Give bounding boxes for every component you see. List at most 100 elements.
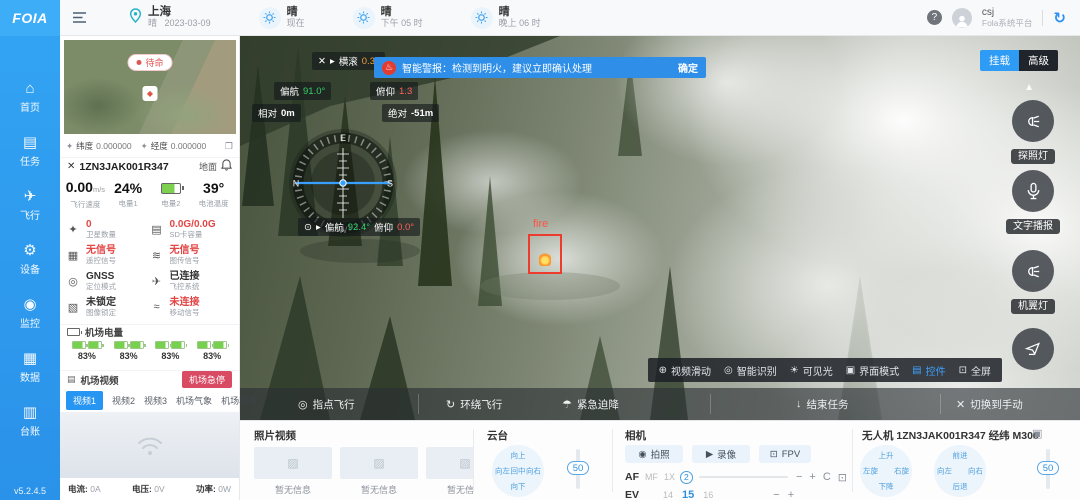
gimbal-center-button[interactable]: 回中 bbox=[511, 466, 526, 477]
gimbal-down-button[interactable]: 向下 bbox=[511, 481, 526, 492]
sidebar-item-flight[interactable]: ✈ 飞行 bbox=[0, 178, 60, 232]
sidebar-item-label: 任务 bbox=[20, 153, 40, 168]
orbit-flight-button[interactable]: ↻环绕飞行 bbox=[446, 388, 502, 420]
descend-button[interactable]: 下降 bbox=[879, 481, 894, 492]
media-thumbnail[interactable]: ▨ bbox=[254, 447, 332, 479]
sidebar-item-ledger[interactable]: ▥ 台账 bbox=[0, 394, 60, 448]
send-flight-button[interactable] bbox=[1012, 328, 1054, 370]
ground-mode-dropdown[interactable]: 地面 bbox=[199, 160, 217, 173]
yaw-label: 偏航 bbox=[280, 84, 299, 98]
point-flight-icon: ◎ bbox=[298, 398, 308, 411]
expand-icon[interactable]: ▸ bbox=[330, 56, 335, 67]
bell-icon[interactable] bbox=[221, 158, 232, 176]
sidebar-item-monitor[interactable]: ◉ 监控 bbox=[0, 286, 60, 340]
pitch-label: 俯仰 bbox=[376, 84, 395, 98]
smart-detect-toggle[interactable]: ◎智能识别 bbox=[724, 363, 777, 378]
ev-tick[interactable]: 14 bbox=[663, 490, 673, 500]
gimbal-up-button[interactable]: 向上 bbox=[511, 450, 526, 461]
right-button[interactable]: 向右 bbox=[968, 466, 983, 477]
expand-icon[interactable]: ▸ bbox=[316, 222, 321, 233]
lng-value: 0.000000 bbox=[171, 141, 206, 151]
af-value-badge[interactable]: 2 bbox=[680, 471, 693, 484]
video-feed[interactable]: ✕▸ 横滚 0.3° 偏航 91.0° 俯仰 1.3 相对 0m 绝对 -51m… bbox=[240, 36, 1080, 420]
refresh-icon[interactable]: ↻ bbox=[1053, 9, 1066, 27]
focus-plus-button[interactable]: + bbox=[809, 471, 815, 483]
sidebar-item-devices[interactable]: ⚙ 设备 bbox=[0, 232, 60, 286]
tab-dock-weather[interactable]: 机场气象 bbox=[176, 394, 212, 407]
media-thumbnail[interactable]: ▨ bbox=[340, 447, 418, 479]
app-logo: FOIA bbox=[0, 0, 60, 36]
speaker-label: 文字播报 bbox=[994, 216, 1072, 234]
focus-slider[interactable] bbox=[699, 476, 788, 478]
gimbal-right-button[interactable]: 向右 bbox=[526, 466, 541, 477]
tab-video3[interactable]: 视频3 bbox=[144, 394, 167, 407]
af-label[interactable]: AF bbox=[625, 471, 639, 483]
tab-video1[interactable]: 视频1 bbox=[66, 391, 103, 410]
sidebar-item-home[interactable]: ⌂ 首页 bbox=[0, 70, 60, 124]
visible-light-toggle[interactable]: ☀可见光 bbox=[790, 363, 833, 378]
current-value: 0A bbox=[90, 484, 100, 494]
location-selector[interactable]: 上海 晴 2023-03-09 bbox=[129, 6, 211, 29]
rotate-right-button[interactable]: 右旋 bbox=[894, 466, 909, 477]
speaker-button[interactable] bbox=[1012, 170, 1054, 212]
gimbal-zoom-value[interactable]: 50 bbox=[567, 461, 589, 475]
interface-mode-toggle[interactable]: ▣界面模式 bbox=[846, 363, 899, 378]
tab-advanced[interactable]: 高级 bbox=[1019, 50, 1058, 71]
tab-payload[interactable]: 挂载 bbox=[980, 50, 1019, 71]
status-value: 无信号 bbox=[86, 245, 116, 256]
ascend-button[interactable]: 上升 bbox=[879, 450, 894, 461]
record-button[interactable]: ▶录像 bbox=[692, 445, 750, 463]
media-thumbnail[interactable]: ▨ bbox=[426, 447, 473, 479]
status-value: 无信号 bbox=[170, 245, 200, 256]
temperature-value: 39° bbox=[203, 181, 224, 196]
menu-toggle-icon[interactable] bbox=[72, 11, 87, 24]
take-photo-button[interactable]: ◉拍照 bbox=[625, 445, 683, 463]
fpv-button[interactable]: ⊡FPV bbox=[759, 445, 811, 463]
focus-minus-button[interactable]: − bbox=[796, 471, 802, 483]
end-task-button[interactable]: ↓结束任务 bbox=[796, 388, 849, 420]
arm-light-button[interactable] bbox=[1012, 250, 1054, 292]
gimbal-left-button[interactable]: 向左 bbox=[495, 466, 510, 477]
temperature-label: 电池温度 bbox=[199, 198, 229, 209]
focus-grid-icon[interactable]: ⊡ bbox=[838, 471, 847, 484]
ev-tick[interactable]: 16 bbox=[703, 490, 713, 500]
sun-icon bbox=[471, 7, 493, 29]
lat-value: 0.000000 bbox=[96, 141, 131, 151]
collapse-arrow-icon[interactable]: ▲ bbox=[1024, 82, 1034, 93]
alert-confirm-button[interactable]: 确定 bbox=[678, 60, 698, 75]
fullscreen-button[interactable]: ⊡全屏 bbox=[959, 363, 991, 378]
point-flight-button[interactable]: ◎指点飞行 bbox=[298, 388, 355, 420]
ev-minus-button[interactable]: − bbox=[773, 489, 779, 500]
mini-map[interactable]: 待命 ◆ bbox=[64, 40, 236, 134]
ev-plus-button[interactable]: + bbox=[788, 489, 794, 500]
manual-switch-button[interactable]: ✕切换到手动 bbox=[956, 388, 1023, 420]
ev-tick-active[interactable]: 15 bbox=[682, 489, 694, 500]
backward-button[interactable]: 后退 bbox=[953, 481, 968, 492]
copy-icon[interactable]: ❐ bbox=[225, 141, 233, 152]
help-icon[interactable]: ? bbox=[927, 10, 942, 25]
camera-switch-icon[interactable]: ▣ bbox=[1032, 427, 1042, 440]
dock-battery-group: 83% bbox=[66, 341, 108, 367]
dock-estop-button[interactable]: 机场急停 bbox=[182, 371, 232, 388]
zoom-1x-label[interactable]: 1X bbox=[664, 472, 675, 482]
left-button[interactable]: 向左 bbox=[937, 466, 952, 477]
focus-c-button[interactable]: C bbox=[823, 471, 831, 483]
avatar[interactable] bbox=[952, 8, 972, 28]
user-name: csj bbox=[982, 7, 1033, 18]
forward-button[interactable]: 前进 bbox=[953, 450, 968, 461]
dock-video-title: 机场视频 bbox=[81, 373, 119, 387]
sidebar-item-label: 监控 bbox=[20, 315, 40, 330]
controls-toggle[interactable]: ▤控件 bbox=[912, 363, 945, 378]
mf-label[interactable]: MF bbox=[645, 472, 658, 482]
sidebar-item-data[interactable]: ▦ 数据 bbox=[0, 340, 60, 394]
dock-battery-header: 机场电量 bbox=[60, 324, 239, 339]
sidebar-item-tasks[interactable]: ▤ 任务 bbox=[0, 124, 60, 178]
rotate-left-button[interactable]: 左旋 bbox=[863, 466, 878, 477]
battery-icon bbox=[171, 341, 185, 349]
drone-zoom-value[interactable]: 50 bbox=[1037, 461, 1059, 475]
searchlight-button[interactable] bbox=[1012, 100, 1054, 142]
video-drag-toggle[interactable]: ⊕视频滑动 bbox=[659, 363, 711, 378]
tab-video2[interactable]: 视频2 bbox=[112, 394, 135, 407]
location-pin-icon bbox=[129, 8, 142, 28]
emergency-landing-button[interactable]: ☂紧急迫降 bbox=[562, 388, 619, 420]
